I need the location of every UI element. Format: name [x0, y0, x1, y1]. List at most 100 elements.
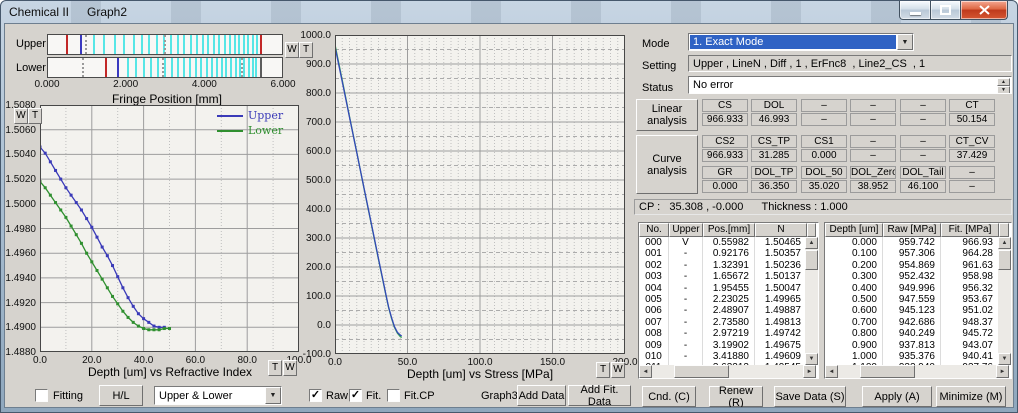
scroll-right-icon[interactable]: ► [996, 365, 1009, 378]
spinner-down-icon[interactable]: ▼ [997, 86, 1010, 94]
scroll-thumb[interactable] [674, 365, 729, 378]
fringe-mark-dash [82, 58, 84, 77]
table-cell: 1.32391 [703, 260, 755, 271]
cnd-button[interactable]: Cnd. (C) [642, 386, 696, 407]
status-field[interactable]: No error ▲ ▼ [688, 76, 1012, 94]
fringe-mark-cyan [183, 35, 185, 54]
table-cell: 010 [639, 351, 669, 362]
scope-combobox[interactable]: Upper & Lower ▼ [154, 386, 282, 405]
scroll-up-icon[interactable]: ▲ [998, 237, 1011, 249]
x-tick-label: 0.0 [33, 355, 47, 366]
hl-button[interactable]: H/L [99, 385, 143, 406]
analysis-header-cell: – [949, 166, 995, 179]
horizontal-scrollbar[interactable]: ◄► [825, 365, 1009, 378]
table-row[interactable]: 0.400949.996956.32 [825, 283, 999, 294]
refr-t-button[interactable]: T [28, 108, 42, 124]
table-row[interactable]: 006-2.489071.49887 [639, 305, 807, 316]
table-row[interactable]: 007-2.735801.49813 [639, 317, 807, 328]
table-row[interactable]: 0.000959.742966.93 [825, 237, 999, 248]
y-tick-label: 900.0 [287, 59, 331, 70]
vertical-scrollbar[interactable]: ▲▼ [805, 237, 818, 365]
minimize-window-button[interactable] [899, 1, 931, 20]
horizontal-scrollbar[interactable]: ◄► [639, 365, 816, 378]
stress-w-button[interactable]: W [285, 42, 299, 58]
column-header[interactable]: No. [639, 223, 669, 237]
titlebar[interactable]: Chemical II Graph2 [1, 1, 1017, 23]
add-fit-data-button[interactable]: Add Fit. Data [568, 385, 631, 406]
scroll-right-icon[interactable]: ► [803, 365, 816, 378]
table-row[interactable]: 0.500947.559953.67 [825, 294, 999, 305]
x-tick-label: 0.0 [328, 357, 342, 368]
table-row[interactable]: 003-1.656721.50137 [639, 271, 807, 282]
scroll-down-icon[interactable]: ▼ [998, 353, 1011, 365]
stress-t-button[interactable]: T [299, 42, 313, 58]
column-header[interactable]: Pos.[mm] [703, 223, 755, 237]
dropdown-arrow-icon[interactable]: ▼ [265, 387, 281, 404]
table-row[interactable]: 0.100957.306964.28 [825, 248, 999, 259]
status-spinner[interactable]: ▲ ▼ [997, 78, 1010, 92]
scroll-down-icon[interactable]: ▼ [805, 353, 818, 365]
checkbox-fit[interactable]: ✓ [349, 389, 362, 402]
mode-combobox[interactable]: 1. Exact Mode ▼ [688, 33, 914, 51]
table-cell: 947.559 [883, 294, 941, 305]
fringe-mark-cyan [148, 35, 150, 54]
column-header[interactable]: Upper [669, 223, 703, 237]
scroll-up-icon[interactable]: ▲ [805, 237, 818, 249]
scroll-left-icon[interactable]: ◄ [825, 365, 838, 378]
table-row[interactable]: 002-1.323911.50236 [639, 260, 807, 271]
refr-w2-button[interactable]: W [283, 360, 297, 376]
window-title: Chemical II [9, 5, 69, 19]
analysis-header-cell: – [900, 135, 946, 148]
checkbox-raw[interactable]: ✓ [309, 389, 322, 402]
table-row[interactable]: 005-2.230251.49965 [639, 294, 807, 305]
fitting-checkbox[interactable] [35, 389, 48, 402]
stress-t2-button[interactable]: T [596, 362, 610, 378]
minimize-button[interactable]: Minimize (M) [936, 386, 1006, 407]
table-row[interactable]: 004-1.954551.50047 [639, 283, 807, 294]
analysis-value-cell: 50.154 [949, 113, 995, 126]
apply-button[interactable]: Apply (A) [862, 386, 932, 407]
vertical-scrollbar[interactable]: ▲▼ [998, 237, 1011, 365]
refr-t2-button[interactable]: T [268, 360, 282, 376]
column-header[interactable]: Fit. [MPa] [941, 223, 999, 237]
table-cell: 006 [639, 305, 669, 316]
column-header[interactable]: Depth [um] [825, 223, 883, 237]
table-row[interactable]: 010-3.418801.49609 [639, 351, 807, 362]
fringe-mark-cyan [256, 35, 258, 54]
save-data-button[interactable]: Save Data (S) [774, 386, 846, 407]
table-row[interactable]: 000V0.559821.50465 [639, 237, 807, 248]
column-header[interactable]: Raw [MPa] [883, 223, 941, 237]
table-row[interactable]: 0.700942.686948.37 [825, 317, 999, 328]
stress-w2-button[interactable]: W [611, 362, 625, 378]
table-row[interactable]: 008-2.972191.49742 [639, 328, 807, 339]
table-cell: - [669, 283, 703, 294]
scroll-thumb[interactable] [860, 365, 915, 378]
table-row[interactable]: 0.300952.432958.98 [825, 271, 999, 282]
spinner-up-icon[interactable]: ▲ [997, 78, 1010, 86]
checkbox-fitcp[interactable] [387, 389, 400, 402]
table-row[interactable]: 0.800940.249945.72 [825, 328, 999, 339]
close-window-button[interactable] [960, 1, 1008, 20]
table-cell: 1.49675 [755, 340, 807, 351]
table-row[interactable]: 0.900937.813943.07 [825, 340, 999, 351]
column-header[interactable]: N [755, 223, 807, 237]
series-line-lower [40, 182, 170, 330]
table-row[interactable]: 1.000935.376940.41 [825, 351, 999, 362]
table-row[interactable]: 009-3.199021.49675 [639, 340, 807, 351]
scroll-thumb[interactable] [805, 250, 818, 270]
table-row[interactable]: 0.600945.123951.02 [825, 305, 999, 316]
dropdown-arrow-icon[interactable]: ▼ [897, 34, 913, 50]
maximize-window-button[interactable] [931, 1, 960, 20]
table-cell: 1.49609 [755, 351, 807, 362]
table-row[interactable]: 0.200954.869961.63 [825, 260, 999, 271]
table-cell: 001 [639, 248, 669, 259]
add-data-button[interactable]: Add Data [517, 385, 566, 406]
table-row[interactable]: 001-0.921761.50357 [639, 248, 807, 259]
scroll-thumb[interactable] [998, 250, 1011, 270]
refr-w-button[interactable]: W [14, 108, 28, 124]
renew-button[interactable]: Renew (R) [709, 386, 763, 407]
table-cell: 954.869 [883, 260, 941, 271]
fringe-mark-cyan [229, 35, 231, 54]
stress-axis-title: Depth [um] vs Stress [MPa] [407, 367, 553, 381]
scroll-left-icon[interactable]: ◄ [639, 365, 652, 378]
